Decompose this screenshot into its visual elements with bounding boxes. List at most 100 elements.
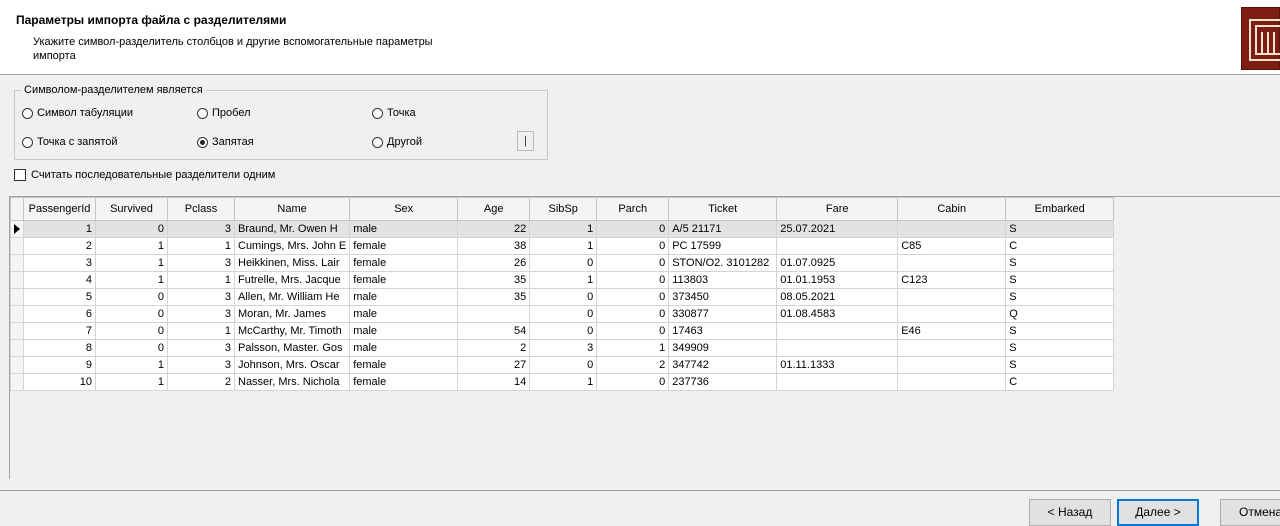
cell-age[interactable]: 38 <box>457 237 531 255</box>
cell-sex[interactable]: female <box>349 356 459 374</box>
cell-age[interactable]: 35 <box>457 271 531 289</box>
cell-passengerid[interactable]: 2 <box>23 237 96 255</box>
cell-parch[interactable]: 0 <box>596 322 670 340</box>
cell-name[interactable]: Nasser, Mrs. Nichola <box>233 373 351 391</box>
cell-pclass[interactable]: 3 <box>167 305 235 323</box>
table-row[interactable]: 7 0 1 McCarthy, Mr. Timoth male 54 0 0 17463 E46 S <box>10 322 1115 340</box>
cell-embarked[interactable]: Q <box>1005 305 1115 323</box>
row-indicator[interactable] <box>10 288 24 306</box>
cell-sibsp[interactable]: 1 <box>529 237 598 255</box>
column-header-cabin[interactable]: Cabin <box>897 197 1007 221</box>
consecutive-delimiters-checkbox[interactable]: Считать последовательные разделители одн… <box>14 169 275 181</box>
cell-cabin[interactable] <box>897 373 1007 391</box>
cell-passengerid[interactable]: 4 <box>23 271 96 289</box>
consecutive-checkbox-box[interactable] <box>14 169 26 181</box>
cell-fare[interactable]: 25.07.2021 <box>776 220 899 238</box>
table-row[interactable]: 4 1 1 Futrelle, Mrs. Jacque female 35 1 0 113803… <box>10 271 1115 289</box>
cell-passengerid[interactable]: 3 <box>23 254 96 272</box>
cell-survived[interactable]: 1 <box>95 237 168 255</box>
radio-comma[interactable]: Запятая <box>197 136 254 148</box>
cell-pclass[interactable]: 1 <box>167 322 235 340</box>
radio-comma-dot[interactable] <box>197 136 208 148</box>
cell-cabin[interactable]: C123 <box>897 271 1007 289</box>
cell-ticket[interactable]: 330877 <box>668 305 778 323</box>
cell-age[interactable]: 26 <box>457 254 531 272</box>
cell-name[interactable]: Braund, Mr. Owen H <box>233 220 351 238</box>
cell-survived[interactable]: 0 <box>95 288 168 306</box>
cell-age[interactable]: 27 <box>457 356 531 374</box>
cell-survived[interactable]: 1 <box>95 373 168 391</box>
cell-sibsp[interactable]: 1 <box>529 373 598 391</box>
cell-parch[interactable]: 0 <box>596 220 670 238</box>
cell-ticket[interactable]: STON/O2. 3101282 <box>668 254 778 272</box>
cell-cabin[interactable] <box>897 288 1007 306</box>
cell-name[interactable]: Futrelle, Mrs. Jacque <box>233 271 351 289</box>
cell-pclass[interactable]: 3 <box>167 356 235 374</box>
cell-pclass[interactable]: 2 <box>167 373 235 391</box>
row-indicator[interactable] <box>10 271 24 289</box>
row-indicator[interactable] <box>10 305 24 323</box>
cell-ticket[interactable]: PC 17599 <box>668 237 778 255</box>
cell-age[interactable]: 35 <box>457 288 531 306</box>
cell-name[interactable]: Moran, Mr. James <box>233 305 351 323</box>
cell-sex[interactable]: male <box>349 220 459 238</box>
table-row[interactable]: 6 0 3 Moran, Mr. James male 0 0 330877 01.08.458… <box>10 305 1115 323</box>
row-indicator[interactable] <box>10 220 24 238</box>
radio-dot-dot[interactable] <box>372 107 383 119</box>
column-header-passengerid[interactable]: PassengerId <box>23 197 96 221</box>
table-row[interactable]: 1 0 3 Braund, Mr. Owen Hmale 22 1 0 A/5 21171 25… <box>10 220 1115 238</box>
radio-semicolon[interactable]: Точка с запятой <box>22 136 118 148</box>
cell-survived[interactable]: 0 <box>95 305 168 323</box>
cell-embarked[interactable]: S <box>1005 356 1115 374</box>
cell-parch[interactable]: 1 <box>596 339 670 357</box>
cell-sibsp[interactable]: 0 <box>529 322 598 340</box>
cell-sibsp[interactable]: 1 <box>529 220 598 238</box>
row-indicator[interactable] <box>10 373 24 391</box>
cell-ticket[interactable]: 113803 <box>668 271 778 289</box>
cell-cabin[interactable] <box>897 356 1007 374</box>
cell-name[interactable]: Heikkinen, Miss. Lair <box>233 254 351 272</box>
cell-age[interactable]: 54 <box>457 322 531 340</box>
radio-other[interactable]: Другой <box>372 136 422 148</box>
cell-sex[interactable]: male <box>349 288 459 306</box>
cell-sibsp[interactable]: 0 <box>529 288 598 306</box>
row-indicator[interactable] <box>10 322 24 340</box>
column-header-sibsp[interactable]: SibSp <box>529 197 598 221</box>
cell-survived[interactable]: 0 <box>95 339 168 357</box>
cell-parch[interactable]: 0 <box>596 288 670 306</box>
cell-sibsp[interactable]: 0 <box>529 356 598 374</box>
cell-name[interactable]: McCarthy, Mr. Timoth <box>233 322 351 340</box>
cell-ticket[interactable]: A/5 21171 <box>668 220 778 238</box>
cell-ticket[interactable]: 347742 <box>668 356 778 374</box>
radio-semicolon-dot[interactable] <box>22 136 33 148</box>
cell-fare[interactable]: 01.07.0925 <box>776 254 899 272</box>
cell-embarked[interactable]: C <box>1005 373 1115 391</box>
cell-survived[interactable]: 1 <box>95 356 168 374</box>
cell-survived[interactable]: 1 <box>95 271 168 289</box>
column-header-pclass[interactable]: Pclass <box>167 197 235 221</box>
cell-age[interactable] <box>457 305 531 323</box>
cell-pclass[interactable]: 1 <box>167 237 235 255</box>
cell-passengerid[interactable]: 10 <box>23 373 96 391</box>
cell-parch[interactable]: 2 <box>596 356 670 374</box>
cell-passengerid[interactable]: 7 <box>23 322 96 340</box>
cell-sex[interactable]: male <box>349 322 459 340</box>
cell-name[interactable]: Allen, Mr. William He <box>233 288 351 306</box>
cell-fare[interactable] <box>776 322 899 340</box>
cell-fare[interactable]: 01.08.4583 <box>776 305 899 323</box>
cell-sex[interactable]: female <box>349 271 459 289</box>
cell-cabin[interactable] <box>897 339 1007 357</box>
cell-survived[interactable]: 0 <box>95 220 168 238</box>
cell-sex[interactable]: female <box>349 373 459 391</box>
cell-embarked[interactable]: S <box>1005 271 1115 289</box>
cell-name[interactable]: Palsson, Master. Gos <box>233 339 351 357</box>
cell-embarked[interactable]: S <box>1005 220 1115 238</box>
cell-parch[interactable]: 0 <box>596 305 670 323</box>
cell-fare[interactable] <box>776 339 899 357</box>
cancel-button[interactable]: Отмена <box>1220 499 1280 526</box>
cell-age[interactable]: 2 <box>457 339 531 357</box>
cell-sex[interactable]: male <box>349 339 459 357</box>
cell-passengerid[interactable]: 6 <box>23 305 96 323</box>
cell-pclass[interactable]: 3 <box>167 288 235 306</box>
cell-age[interactable]: 22 <box>457 220 531 238</box>
